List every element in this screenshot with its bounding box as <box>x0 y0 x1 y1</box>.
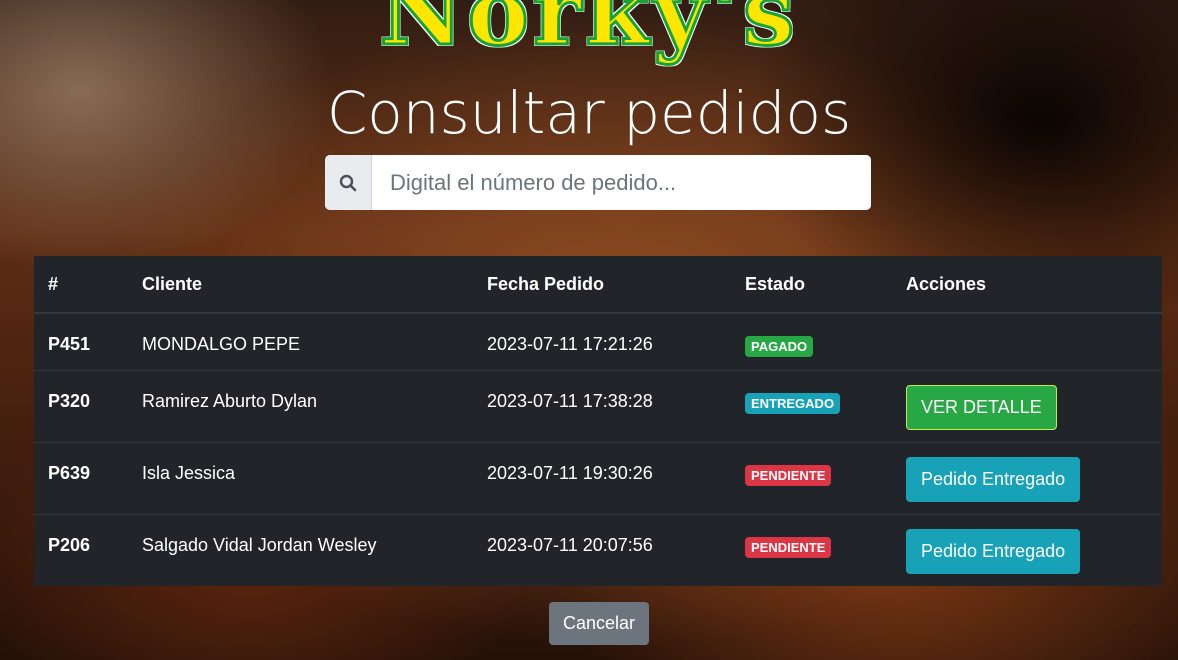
order-search-input[interactable] <box>372 155 871 210</box>
page-title: Consultar pedidos <box>326 79 852 147</box>
table-row: P320 Ramirez Aburto Dylan 2023-07-11 17:… <box>34 370 1162 443</box>
column-header-date: Fecha Pedido <box>473 256 731 314</box>
order-id: P639 <box>48 463 91 483</box>
search-group <box>325 155 871 210</box>
order-id: P320 <box>48 391 91 411</box>
search-icon <box>325 155 372 210</box>
table-row: P451 MONDALGO PEPE 2023-07-11 17:21:26 P… <box>34 312 1162 371</box>
status-badge: ENTREGADO <box>745 393 841 414</box>
mark-delivered-button[interactable]: Pedido Entregado <box>906 529 1081 574</box>
column-header-client: Cliente <box>128 256 473 314</box>
table-row: P206 Salgado Vidal Jordan Wesley 2023-07… <box>34 514 1162 586</box>
client-name: MONDALGO PEPE <box>142 334 301 354</box>
order-date: 2023-07-11 19:30:26 <box>487 463 653 483</box>
order-id: P451 <box>48 334 91 354</box>
column-header-status: Estado <box>731 256 892 314</box>
table-header-row: # Cliente Fecha Pedido Estado Acciones <box>34 256 1162 314</box>
status-badge: PAGADO <box>745 336 814 357</box>
client-name: Isla Jessica <box>142 463 236 483</box>
order-date: 2023-07-11 17:21:26 <box>487 334 653 354</box>
client-name: Salgado Vidal Jordan Wesley <box>142 535 377 555</box>
brand-logo: Norky's <box>378 0 799 68</box>
client-name: Ramirez Aburto Dylan <box>142 391 318 411</box>
cancel-button[interactable]: Cancelar <box>549 602 650 645</box>
orders-table: # Cliente Fecha Pedido Estado Acciones P… <box>34 256 1162 586</box>
view-detail-button[interactable]: VER DETALLE <box>906 385 1057 430</box>
order-date: 2023-07-11 20:07:56 <box>487 535 653 555</box>
table-row: P639 Isla Jessica 2023-07-11 19:30:26 PE… <box>34 442 1162 515</box>
status-badge: PENDIENTE <box>745 465 832 486</box>
column-header-actions: Acciones <box>892 256 1162 314</box>
status-badge: PENDIENTE <box>745 537 832 558</box>
mark-delivered-button[interactable]: Pedido Entregado <box>906 457 1081 502</box>
actions-cell <box>892 312 1162 371</box>
order-id: P206 <box>48 535 91 555</box>
order-date: 2023-07-11 17:38:28 <box>487 391 653 411</box>
column-header-id: # <box>34 256 128 314</box>
